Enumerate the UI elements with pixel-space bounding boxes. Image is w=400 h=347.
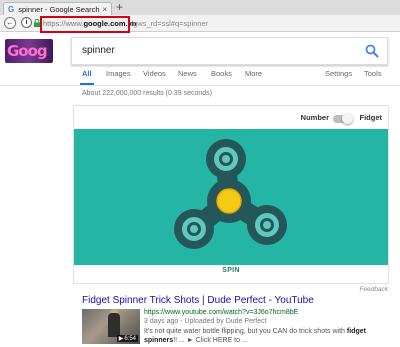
doodle-text: Goog — [7, 42, 48, 60]
result-snippet: It's not quite water bottle flipping, bu… — [144, 327, 384, 345]
result-url[interactable]: https://www.youtube.com/watch?v=3J6o7hcm… — [144, 309, 298, 316]
mode-toggle-row: Number Fidget — [74, 112, 388, 126]
toggle-label-number: Number — [300, 113, 329, 122]
tab-books[interactable]: Books — [211, 69, 232, 78]
fidget-spinner-card: Number Fidget SPIN — [73, 105, 389, 284]
site-info-icon[interactable]: i — [21, 17, 32, 28]
tab-title: spinner - Google Search — [18, 4, 100, 14]
tab-tools[interactable]: Tools — [364, 69, 382, 78]
url-path: /gws_rd=ssl#q=spinner — [131, 19, 209, 28]
feedback-link[interactable]: Feedback — [359, 286, 388, 293]
browser-tab-strip: G spinner - Google Search × + — [0, 0, 400, 15]
video-duration: 6:54 — [124, 335, 136, 342]
active-tab-indicator — [80, 83, 94, 85]
play-icon: ▶ — [118, 336, 124, 342]
tab-settings[interactable]: Settings — [325, 69, 352, 78]
spinner-canvas[interactable] — [74, 129, 388, 265]
result-meta: 3 days ago - Uploaded by Dude Perfect — [144, 318, 267, 325]
tab-more[interactable]: More — [245, 69, 262, 78]
toggle-knob[interactable] — [342, 113, 353, 124]
tab-news[interactable]: News — [178, 69, 197, 78]
thumbnail-person — [108, 313, 120, 337]
spin-button[interactable]: SPIN — [74, 267, 388, 274]
fidget-spinner-icon[interactable] — [74, 129, 388, 265]
result-title-link[interactable]: Fidget Spinner Trick Shots | Dude Perfec… — [82, 295, 314, 306]
search-icon[interactable] — [365, 44, 379, 58]
search-tabs: All Images Videos News Books More Settin… — [0, 66, 400, 86]
tab-all[interactable]: All — [82, 69, 92, 78]
close-tab-icon[interactable]: × — [102, 5, 107, 14]
search-input[interactable]: spinner — [82, 45, 115, 56]
video-duration-badge: ▶ 6:54 — [116, 335, 138, 342]
back-arrow-icon[interactable]: ← — [4, 17, 16, 29]
spinner-center-cap — [216, 188, 242, 214]
google-doodle-logo[interactable]: Goog — [5, 39, 53, 63]
url-highlight-box — [40, 16, 130, 33]
new-tab-icon[interactable]: + — [116, 1, 123, 13]
toggle-label-fidget: Fidget — [359, 113, 383, 122]
tab-images[interactable]: Images — [106, 69, 131, 78]
mode-toggle-switch[interactable] — [333, 113, 353, 124]
snippet-end: !! ... ► Click HERE to ... — [173, 337, 248, 344]
google-favicon-icon: G — [8, 4, 15, 14]
search-box[interactable]: spinner — [71, 37, 388, 65]
browser-tab[interactable]: G spinner - Google Search × — [3, 2, 112, 15]
result-stats: About 222,000,000 results (0.39 seconds) — [82, 90, 212, 97]
video-thumbnail[interactable]: ▶ 6:54 — [82, 309, 140, 344]
snippet-start: It's not quite water bottle flipping, bu… — [144, 328, 347, 335]
tab-videos[interactable]: Videos — [143, 69, 166, 78]
